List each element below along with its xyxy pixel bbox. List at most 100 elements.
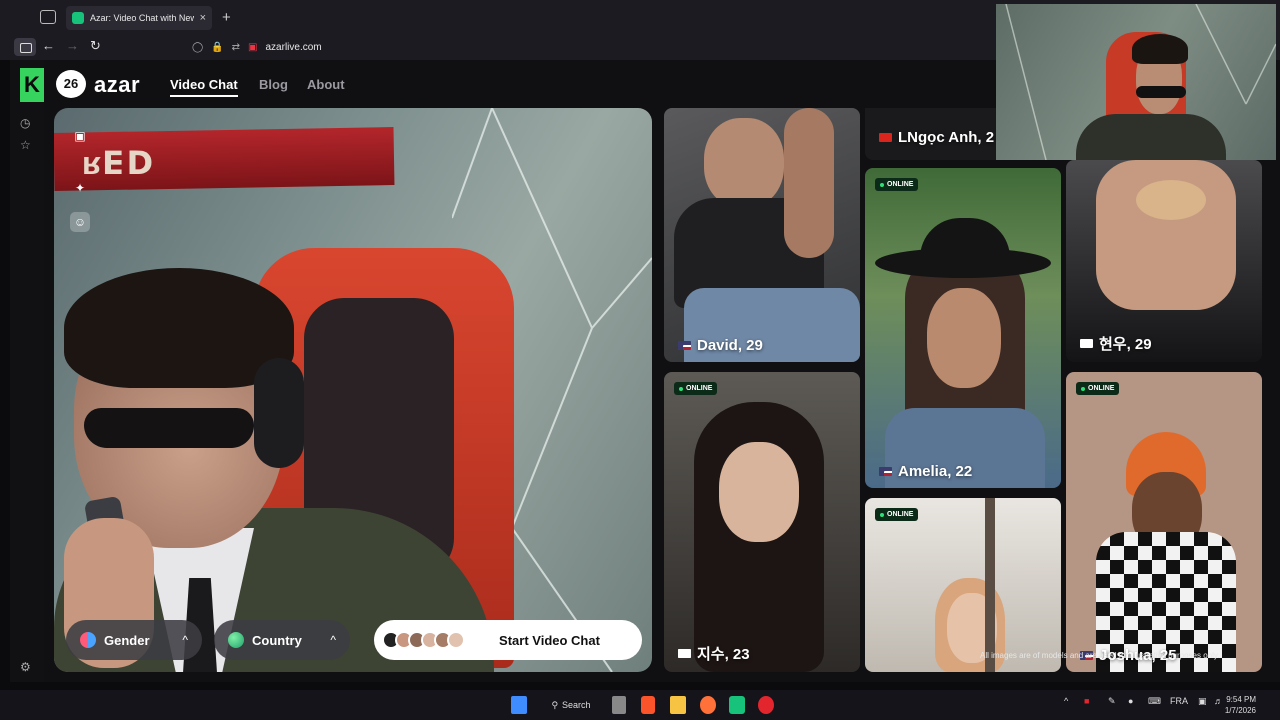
- gender-filter-label: Gender: [104, 632, 150, 648]
- task-view-icon[interactable]: [612, 696, 626, 714]
- network-icon[interactable]: ▣: [1198, 696, 1207, 707]
- tab-title: Azar: Video Chat with New Peo: [90, 13, 194, 23]
- face-filter-icon[interactable]: ☺: [70, 212, 90, 232]
- streamer-webcam-overlay: [996, 4, 1276, 160]
- online-badge: ONLINE: [1076, 382, 1120, 395]
- new-tab-button[interactable]: +: [222, 9, 231, 26]
- tree-trunk-shape: [985, 498, 995, 672]
- portrait-face-shape: [719, 442, 799, 542]
- reload-button[interactable]: ↻: [90, 38, 101, 54]
- clock-time: 9:54 PM: [1226, 695, 1256, 704]
- nav-about[interactable]: About: [307, 77, 345, 92]
- globe-icon: [228, 632, 244, 648]
- history-icon[interactable]: ◷: [20, 116, 30, 130]
- country-filter-button[interactable]: Country ^: [214, 620, 350, 660]
- sunglasses-shape: [84, 408, 254, 448]
- taskbar-clock[interactable]: 9:54 PM 1/7/2026: [1225, 694, 1256, 716]
- camera-switch-icon[interactable]: ▣: [70, 126, 90, 146]
- country-filter-label: Country: [252, 632, 302, 648]
- us-flag-icon: [879, 467, 892, 476]
- firefox-icon[interactable]: [700, 696, 716, 714]
- chevron-up-icon: ^: [330, 633, 336, 647]
- vn-flag-icon: [879, 133, 892, 142]
- windows-taskbar: ⚲ Search ^ ■ ✎ ● ⌨ FRA ▣ ♬ 9:54 PM 1/7/2…: [0, 690, 1280, 720]
- file-explorer-icon[interactable]: [670, 696, 686, 714]
- lock-icon[interactable]: 🔒: [211, 42, 223, 53]
- online-dot-icon: [880, 512, 884, 517]
- online-dot-icon: [1081, 386, 1085, 391]
- permissions-icon[interactable]: ⇄: [232, 42, 240, 53]
- disclaimer-text: All images are of models and are used fo…: [980, 651, 1220, 660]
- avatar: [447, 631, 465, 649]
- card-name: 지수, 23: [678, 643, 750, 664]
- gender-filter-button[interactable]: Gender ^: [66, 620, 202, 660]
- keyboard-icon[interactable]: ⌨: [1148, 696, 1161, 707]
- hat-crown-shape: [920, 218, 1010, 268]
- food-shape: [1136, 180, 1206, 220]
- nav-video-chat[interactable]: Video Chat: [170, 77, 238, 97]
- windows-start-icon[interactable]: [511, 696, 527, 714]
- online-badge: ONLINE: [875, 508, 919, 521]
- forward-button[interactable]: →: [66, 38, 79, 53]
- portrait-face-shape: [927, 288, 1001, 388]
- card-name: David, 29: [678, 337, 763, 354]
- browser-sidebar: K ◷ ☆ ⚙: [10, 60, 44, 682]
- sidebar-toggle-button[interactable]: [14, 38, 36, 56]
- suit-shape: [1076, 114, 1226, 160]
- brave-browser-icon[interactable]: [641, 696, 655, 714]
- online-badge: ONLINE: [674, 382, 718, 395]
- profile-card-amelia[interactable]: ONLINE Amelia, 22: [865, 168, 1061, 488]
- profile-card-joshua[interactable]: ONLINE Joshua, 25: [1066, 372, 1262, 672]
- tray-app-icon[interactable]: ■: [1084, 696, 1089, 706]
- app-icon[interactable]: [729, 696, 745, 714]
- logo-badge[interactable]: 26: [56, 70, 86, 98]
- tattooed-arm-shape: [784, 108, 834, 258]
- browser-tab[interactable]: Azar: Video Chat with New Peo ×: [66, 6, 212, 30]
- avatar-stack: [382, 631, 465, 649]
- taskbar-search[interactable]: ⚲ Search: [550, 696, 592, 714]
- kr-flag-icon: [678, 649, 691, 658]
- card-name: 현우, 29: [1080, 333, 1152, 354]
- nav-blog[interactable]: Blog: [259, 77, 288, 92]
- profile-card-hyunwoo[interactable]: 현우, 29: [1066, 160, 1262, 362]
- language-indicator[interactable]: FRA: [1170, 696, 1188, 706]
- bookmarks-star-icon[interactable]: ☆: [20, 138, 31, 152]
- card-name: LNgọc Anh, 2: [879, 129, 994, 146]
- tab-close-button[interactable]: ×: [200, 12, 206, 24]
- sunglasses-shape: [1136, 86, 1186, 98]
- profile-card-david[interactable]: David, 29: [664, 108, 860, 362]
- chevron-up-icon: ^: [182, 633, 188, 647]
- hair-shape: [1132, 34, 1188, 64]
- shield-icon[interactable]: ◯: [192, 42, 203, 53]
- microphone-icon[interactable]: ●: [1128, 696, 1133, 706]
- search-icon: ⚲: [551, 699, 559, 710]
- effects-sparkle-icon[interactable]: ✦: [70, 178, 90, 198]
- pen-icon[interactable]: ✎: [1108, 696, 1116, 707]
- online-badge: ONLINE: [875, 178, 919, 191]
- profile-card-online[interactable]: ONLINE: [865, 498, 1061, 672]
- start-video-chat-button[interactable]: Start Video Chat: [374, 620, 642, 660]
- kick-extension-icon[interactable]: K: [20, 68, 44, 102]
- address-bar[interactable]: ◯ 🔒 ⇄ ▣ azarlive.com: [186, 38, 996, 56]
- clock-date: 1/7/2026: [1224, 706, 1256, 715]
- profile-card-jisu[interactable]: ONLINE 지수, 23: [664, 372, 860, 672]
- tab-overview-icon[interactable]: [40, 10, 56, 24]
- card-name: Amelia, 22: [879, 463, 972, 480]
- azar-logo[interactable]: azar: [94, 72, 140, 98]
- headset-shape: [254, 358, 304, 468]
- tray-chevron-icon[interactable]: ^: [1064, 696, 1068, 706]
- us-flag-icon: [678, 341, 691, 350]
- gender-icon: [80, 632, 96, 648]
- online-dot-icon: [880, 182, 884, 187]
- back-button[interactable]: ←: [42, 38, 55, 53]
- settings-gear-icon[interactable]: ⚙: [20, 660, 31, 674]
- online-dot-icon: [679, 386, 683, 391]
- kr-flag-icon: [1080, 339, 1093, 348]
- volume-icon[interactable]: ♬: [1214, 696, 1223, 706]
- portrait-face-shape: [704, 118, 784, 208]
- site-icon: ▣: [248, 41, 258, 53]
- record-app-icon[interactable]: [758, 696, 774, 714]
- start-video-chat-label: Start Video Chat: [499, 632, 600, 648]
- azar-favicon-icon: [72, 12, 84, 24]
- url-text[interactable]: azarlive.com: [266, 42, 322, 53]
